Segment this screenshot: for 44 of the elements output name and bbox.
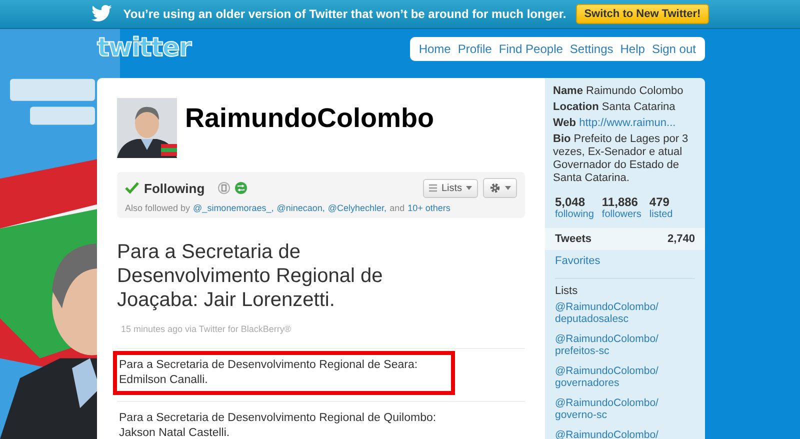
stat-link[interactable]: 11,886 followers [602,195,642,220]
profile-field: Web http://www.raimun... [553,117,697,130]
switch-button[interactable]: Switch to New Twitter! [576,4,709,24]
profile-field: Bio Prefeito de Lages por 3 vezes, Ex-Senador e atual Governador do Estado de Santa Catarina. [553,133,697,185]
notice-text: You’re using an older version of Twitter that won’t be around for much longer. [123,7,566,21]
retweet-icon[interactable] [234,182,247,194]
following-label: Following [144,180,205,196]
tweet-text: Para a Secretaria de Desenvolvimento Regional de Joaçaba: Jair Lorenzetti. [117,240,384,312]
profile-field: Location Santa Catarina [553,101,697,114]
user-link[interactable]: @Celyhechler, [328,203,387,213]
bird-icon [91,5,114,23]
nav-link[interactable]: Find People [498,42,563,56]
user-link[interactable]: @_simonemoraes_, [193,203,274,213]
also-followed-text: Also followed by @_simonemoraes_, @ninecaon, @Celyhechler, and 10+ others [125,203,452,213]
caret-icon [505,186,511,190]
tweet-text: Para a Secretaria de Desenvolvimento Regional de Seara: Edmilson Canalli. [119,358,419,388]
lists-heading: Lists [555,285,579,297]
stat-link[interactable]: 479 listed [649,195,673,220]
nav-link[interactable]: Profile [458,42,492,56]
sidebar-tab[interactable]: Favorites [545,250,705,272]
profile-name: RaimundoColombo [185,102,434,134]
list-icon [429,184,438,192]
caret-icon [466,186,472,190]
settings-button[interactable] [483,178,517,198]
nav-link[interactable]: Help [620,42,645,56]
nav-link[interactable]: Sign out [652,42,696,56]
list-link[interactable]: @RaimundoColombo/ deputadosalesc [555,301,695,325]
lists-button[interactable]: Lists [423,178,478,198]
tweet-text: Para a Secretaria de Desenvolvimento Regional de Quilombo: Jakson Natal Castelli. [119,411,438,439]
gear-icon [489,182,501,194]
list-link[interactable]: @RaimundoColombo/ governadores [555,365,695,389]
user-link[interactable]: @ninecaon, [276,203,325,213]
stat-link[interactable]: 5,048 following [555,195,594,220]
avatar [117,98,177,158]
profile-field: Name Raimundo Colombo [553,85,697,98]
list-link[interactable]: @RaimundoColombo/ governo-sc [555,397,695,421]
user-link[interactable]: 10+ others [408,203,450,213]
check-icon [125,182,139,194]
list-link[interactable]: @RaimundoColombo/ prefeitos-sc [555,333,695,357]
sidebar-tab[interactable]: Tweets 2,740 [545,228,705,250]
nav-link[interactable]: Settings [570,42,614,56]
device-icon[interactable] [218,182,230,194]
tweet-meta: 15 minutes ago via Twitter for BlackBerry® [121,324,292,334]
nav-link[interactable]: Home [418,42,451,56]
